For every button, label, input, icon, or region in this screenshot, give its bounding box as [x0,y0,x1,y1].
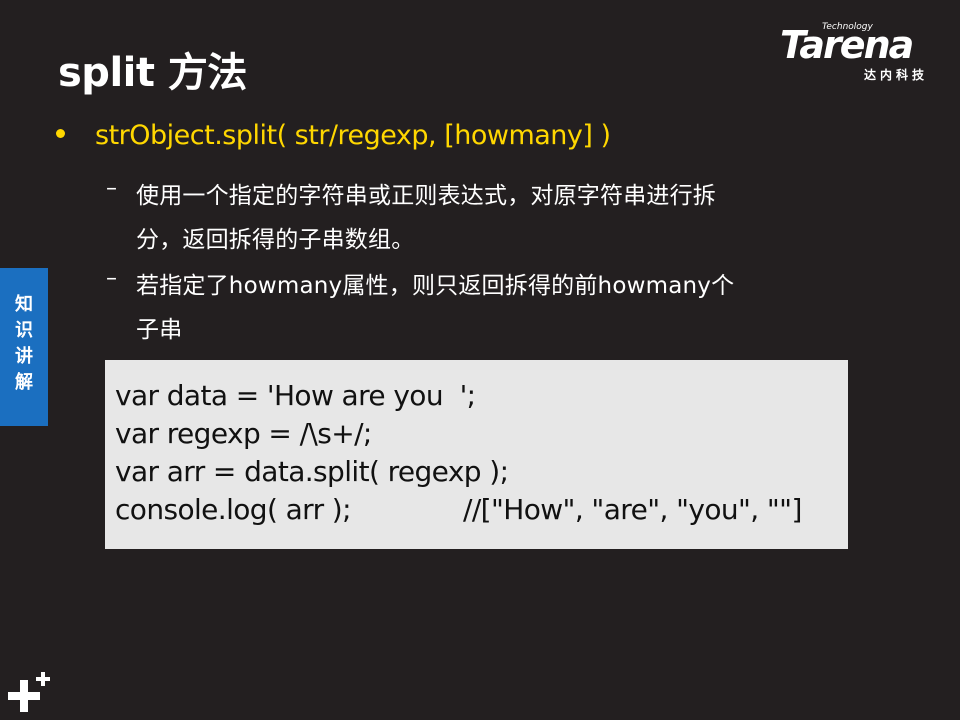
plus-logo-icon [8,672,50,712]
logo-subtitle: 达内科技 [864,68,929,82]
bullet-text: strObject.split( str/regexp, [howmany] ) [95,120,611,151]
bullet-dot-icon [56,129,65,138]
code-line-3: var arr = data.split( regexp ); [115,455,509,488]
sub-item-1-line-1: 使用一个指定的字符串或正则表达式，对原字符串进行拆 [136,183,716,209]
sub-item-2-line-2: 子串 [136,317,183,343]
dash-icon: – [106,266,117,291]
knowledge-tab: 知识讲解 [0,268,48,426]
code-line-4: console.log( arr ); [115,493,352,526]
dash-icon: – [106,176,117,201]
code-line-1: var data = 'How are you '; [115,379,476,412]
sub-item-2-line-1: 若指定了howmany属性，则只返回拆得的前howmany个 [136,273,735,299]
code-line-4-comment: //["How", "are", "you", ""] [463,493,802,526]
code-block: var data = 'How are you '; var regexp = … [105,360,848,549]
logo-wordmark: Tarena [780,23,914,67]
tarena-logo: Technology Tarena 达内科技 [780,22,948,84]
knowledge-tab-label: 知识讲解 [15,294,33,393]
code-line-2: var regexp = /\s+/; [115,417,372,450]
slide-title: split 方法 [58,50,247,96]
sub-item-1-line-2: 分，返回拆得的子串数组。 [136,227,415,253]
